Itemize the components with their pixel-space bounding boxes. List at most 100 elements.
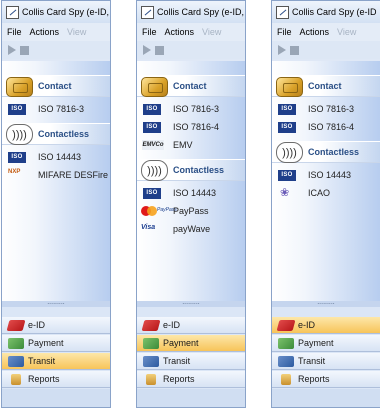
nav-pane: e-ID Payment Transit Reports	[2, 307, 110, 407]
tree-item-emv[interactable]: EMVCo EMV	[137, 137, 245, 153]
toolbar	[2, 41, 110, 59]
app-window-payment: Collis Card Spy (e-ID, e- File Actions V…	[136, 0, 246, 408]
stop-icon[interactable]	[20, 45, 29, 55]
iso-icon: ISO	[278, 121, 296, 133]
nav-label: Payment	[298, 338, 334, 348]
tree-item-mifare-desfire[interactable]: NXP MIFARE DESFire	[2, 167, 110, 183]
status-strip	[2, 389, 110, 407]
tree-item-label: payWave	[173, 224, 211, 234]
stop-icon[interactable]	[155, 45, 164, 55]
visa-paywave-icon: Visa	[141, 224, 169, 235]
iso-icon: ISO	[143, 103, 161, 115]
tree-item-paypass[interactable]: PayPass PayPass	[137, 203, 245, 219]
payment-icon	[8, 337, 24, 349]
nav-label: Payment	[28, 338, 64, 348]
window-title: Collis Card Spy (e-ID, e-	[157, 7, 246, 17]
app-window-eid: Collis Card Spy (e-ID File Actions View …	[271, 0, 380, 408]
iso-icon: ISO	[143, 187, 161, 199]
nav-pane: e-ID Payment Transit Reports	[272, 307, 380, 407]
group-label: Contact	[308, 81, 342, 91]
nav-payment[interactable]: Payment	[2, 335, 110, 352]
payment-icon	[143, 337, 159, 349]
title-bar: Collis Card Spy (e-ID, e-	[2, 1, 110, 23]
nav-transit[interactable]: Transit	[272, 353, 380, 370]
eid-icon	[6, 319, 26, 331]
group-contact[interactable]: Contact	[272, 75, 380, 97]
menu-actions[interactable]: Actions	[30, 27, 60, 37]
nav-transit[interactable]: Transit	[137, 353, 245, 370]
tree-item-iso14443[interactable]: ISO ISO 14443	[2, 149, 110, 165]
tree-item-label: ISO 7816-4	[308, 122, 355, 132]
tree-item-iso7816-4[interactable]: ISO ISO 7816-4	[137, 119, 245, 135]
nav-label: e-ID	[163, 320, 181, 330]
group-contact[interactable]: Contact	[2, 75, 110, 97]
reports-icon	[281, 373, 291, 385]
protocol-tree: Contact ISO ISO 7816-3 ISO ISO 7816-4 ))…	[272, 61, 380, 301]
nav-payment[interactable]: Payment	[137, 335, 245, 352]
icao-icon: ❀	[280, 187, 290, 199]
menu-view[interactable]: View	[337, 27, 356, 37]
menu-file[interactable]: File	[7, 27, 22, 37]
play-icon[interactable]	[8, 45, 16, 55]
app-icon	[276, 5, 289, 19]
nav-label: e-ID	[28, 320, 46, 330]
reports-icon	[146, 373, 156, 385]
group-label: Contact	[173, 81, 207, 91]
app-window-transit: Collis Card Spy (e-ID, e- File Actions V…	[1, 0, 111, 408]
menu-actions[interactable]: Actions	[300, 27, 330, 37]
tree-item-label: ISO 7816-3	[38, 104, 85, 114]
menu-file[interactable]: File	[277, 27, 292, 37]
menu-bar: File Actions View	[2, 23, 110, 41]
title-bar: Collis Card Spy (e-ID, e-	[137, 1, 245, 23]
nav-label: Transit	[163, 356, 191, 366]
protocol-tree: Contact ISO ISO 7816-3 )))) Contactless …	[2, 61, 110, 301]
tree-item-iso14443[interactable]: ISO ISO 14443	[137, 185, 245, 201]
tree-item-iso14443[interactable]: ISO ISO 14443	[272, 167, 380, 183]
mastercard-paypass-icon: PayPass	[141, 206, 177, 216]
nav-eid[interactable]: e-ID	[272, 317, 380, 334]
tree-item-label: ISO 7816-3	[308, 104, 355, 114]
contact-chip-icon	[6, 77, 33, 97]
play-icon[interactable]	[143, 45, 151, 55]
nav-transit[interactable]: Transit	[2, 353, 110, 370]
mifare-icon: NXP	[8, 169, 21, 175]
menu-actions[interactable]: Actions	[165, 27, 195, 37]
tree-item-label: ISO 14443	[308, 170, 352, 180]
nav-eid[interactable]: e-ID	[137, 317, 245, 334]
group-contactless[interactable]: )))) Contactless	[2, 123, 110, 145]
iso-icon: ISO	[278, 103, 296, 115]
menu-file[interactable]: File	[142, 27, 157, 37]
tree-item-iso7816-3[interactable]: ISO ISO 7816-3	[2, 101, 110, 117]
eid-icon	[141, 319, 161, 331]
payment-icon	[278, 337, 294, 349]
menu-view[interactable]: View	[202, 27, 221, 37]
nav-payment[interactable]: Payment	[272, 335, 380, 352]
iso-icon: ISO	[143, 121, 161, 133]
tree-item-label: ISO 14443	[38, 152, 82, 162]
nav-reports[interactable]: Reports	[2, 371, 110, 388]
nav-label: e-ID	[298, 320, 316, 330]
nav-label: Payment	[163, 338, 199, 348]
tree-item-paywave[interactable]: Visa payWave	[137, 221, 245, 237]
tree-item-iso7816-3[interactable]: ISO ISO 7816-3	[137, 101, 245, 117]
nav-eid[interactable]: e-ID	[2, 317, 110, 334]
play-icon[interactable]	[278, 45, 286, 55]
tree-item-label: PayPass	[173, 206, 209, 216]
nav-reports[interactable]: Reports	[272, 371, 380, 388]
group-contactless[interactable]: )))) Contactless	[137, 159, 245, 181]
tree-item-label: EMV	[173, 140, 193, 150]
menu-view[interactable]: View	[67, 27, 86, 37]
nav-reports[interactable]: Reports	[137, 371, 245, 388]
group-contactless[interactable]: )))) Contactless	[272, 141, 380, 163]
stop-icon[interactable]	[290, 45, 299, 55]
group-contact[interactable]: Contact	[137, 75, 245, 97]
tree-item-iso7816-3[interactable]: ISO ISO 7816-3	[272, 101, 380, 117]
toolbar	[137, 41, 245, 59]
title-bar: Collis Card Spy (e-ID	[272, 1, 380, 23]
tree-item-icao[interactable]: ❀ ICAO	[272, 185, 380, 201]
tree-item-iso7816-4[interactable]: ISO ISO 7816-4	[272, 119, 380, 135]
transit-icon	[143, 355, 159, 367]
nav-label: Transit	[28, 356, 56, 366]
status-strip	[272, 389, 380, 407]
nav-label: Transit	[298, 356, 326, 366]
